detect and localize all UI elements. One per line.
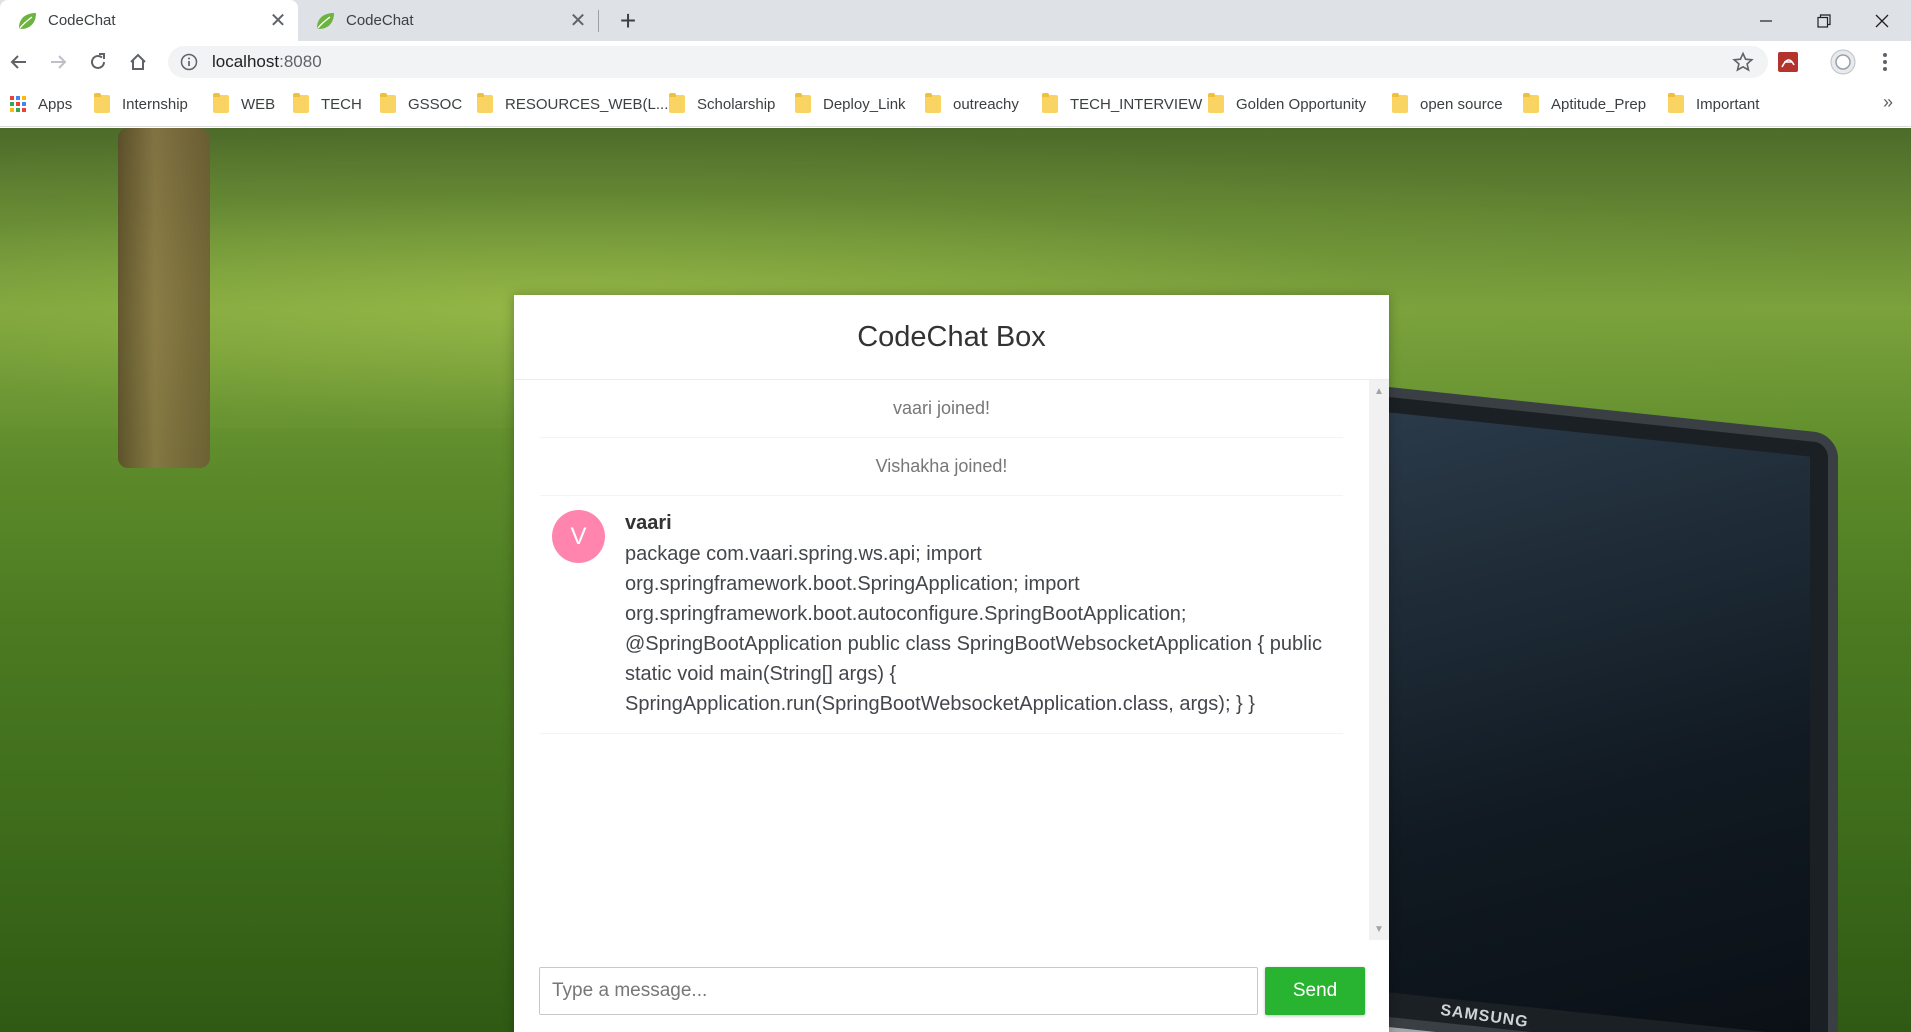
bookmark-label: Apps [38,95,73,113]
folder-icon [477,93,493,113]
join-event-message: Vishakha joined! [540,438,1343,496]
more-menu-icon[interactable] [1872,49,1898,75]
tab-codechat-2[interactable]: CodeChat ✕ [298,0,598,41]
back-arrow-icon[interactable] [2,45,36,79]
bookmark-folder-aptitude-prep[interactable]: Aptitude_Prep [1523,93,1646,115]
folder-icon [1208,93,1224,113]
bookmark-folder-web[interactable]: WEB [213,93,275,115]
tab-title: CodeChat [346,12,414,29]
bookmark-folder-resources-web[interactable]: RESOURCES_WEB(L... [477,93,668,115]
message-composer: Send [539,967,1365,1015]
background-laptop-screen [1360,409,1810,1032]
profile-avatar-icon[interactable] [1830,49,1856,75]
bookmark-folder-gssoc[interactable]: GSSOC [380,93,462,115]
bookmark-folder-outreachy[interactable]: outreachy [925,93,1019,115]
bookmark-label: Important [1696,95,1760,113]
browser-toolbar: localhost:8080 [0,41,1911,82]
apps-grid-icon [10,96,26,112]
bookmark-folder-golden-opportunity[interactable]: Golden Opportunity [1208,93,1366,115]
message-input[interactable] [539,967,1259,1015]
bookmark-folder-scholarship[interactable]: Scholarship [669,93,775,115]
folder-icon [380,93,396,113]
url-port: :8080 [279,52,322,71]
bookmark-star-icon[interactable] [1732,51,1754,73]
tab-divider [598,10,599,32]
avatar: V [552,510,605,563]
background-tree-trunk [118,128,210,468]
folder-icon [94,93,110,113]
bookmark-folder-open-source[interactable]: open source [1392,93,1503,115]
spring-leaf-icon [314,10,336,32]
bookmark-label: Deploy_Link [823,95,906,113]
folder-icon [1042,93,1058,113]
scroll-down-arrow-icon[interactable]: ▼ [1369,920,1389,938]
url-text: localhost:8080 [212,52,322,72]
folder-icon [669,93,685,113]
bookmarks-overflow-chevron[interactable]: » [1883,92,1893,113]
close-window-icon[interactable] [1853,0,1911,41]
send-button[interactable]: Send [1265,967,1365,1015]
folder-icon [795,93,811,113]
message-sender: vaari [625,512,672,534]
scroll-up-arrow-icon[interactable]: ▲ [1369,382,1389,400]
minimize-icon[interactable] [1737,0,1795,41]
bookmark-label: open source [1420,95,1503,113]
tab-strip: CodeChat ✕ CodeChat ✕ + [0,0,1911,41]
close-tab-icon[interactable]: ✕ [266,9,290,33]
address-bar[interactable]: localhost:8080 [168,46,1768,78]
bookmark-label: outreachy [953,95,1019,113]
pdf-extension-icon[interactable] [1775,49,1801,75]
bookmark-folder-internship[interactable]: Internship [94,93,188,115]
info-icon[interactable] [180,53,198,71]
tab-codechat-1[interactable]: CodeChat ✕ [0,0,298,41]
bookmarks-bar: Apps Internship WEB TECH GSSOC RESOURCES… [0,82,1911,127]
folder-icon [1523,93,1539,113]
home-icon[interactable] [121,45,155,79]
bookmark-label: WEB [241,95,276,113]
folder-icon [213,93,229,113]
bookmark-label: Internship [122,95,188,113]
bookmark-label: TECH [321,95,362,113]
reload-icon[interactable] [81,45,115,79]
bookmark-label: TECH_INTERVIEW [1070,95,1203,113]
tab-title: CodeChat [48,12,116,29]
bookmark-label: RESOURCES_WEB(L... [505,95,669,113]
close-tab-icon[interactable]: ✕ [566,9,590,33]
bookmark-label: Scholarship [697,95,776,113]
bookmark-label: Golden Opportunity [1236,95,1367,113]
message-scrollbar[interactable]: ▲ ▼ [1369,380,1389,940]
chat-box: CodeChat Box vaari joined! Vishakha join… [514,295,1389,1032]
bookmark-label: Aptitude_Prep [1551,95,1647,113]
chat-header: CodeChat Box [514,295,1389,380]
message-list[interactable]: vaari joined! Vishakha joined! V vaari p… [514,380,1389,940]
spring-leaf-icon [16,10,38,32]
bookmark-folder-deploy-link[interactable]: Deploy_Link [795,93,906,115]
bookmark-folder-tech[interactable]: TECH [293,93,362,115]
folder-icon [1392,93,1408,113]
folder-icon [925,93,941,113]
folder-icon [1668,93,1684,113]
chat-title: CodeChat Box [857,320,1046,353]
message-text: package com.vaari.spring.ws.api; import … [625,543,1323,715]
url-host: localhost [212,52,280,71]
bookmark-apps[interactable]: Apps [10,93,72,115]
folder-icon [293,93,309,113]
chat-message: V vaari package com.vaari.spring.ws.api;… [540,496,1343,734]
bookmark-label: GSSOC [408,95,463,113]
join-event-message: vaari joined! [540,380,1343,438]
bookmark-folder-important[interactable]: Important [1668,93,1759,115]
restore-icon[interactable] [1795,0,1853,41]
forward-arrow-icon[interactable] [41,45,75,79]
bookmark-folder-tech-interview[interactable]: TECH_INTERVIEW [1042,93,1202,115]
page-viewport: SAMSUNG CodeChat Box vaari joined! Visha… [0,128,1911,1032]
new-tab-button[interactable]: + [613,5,643,36]
